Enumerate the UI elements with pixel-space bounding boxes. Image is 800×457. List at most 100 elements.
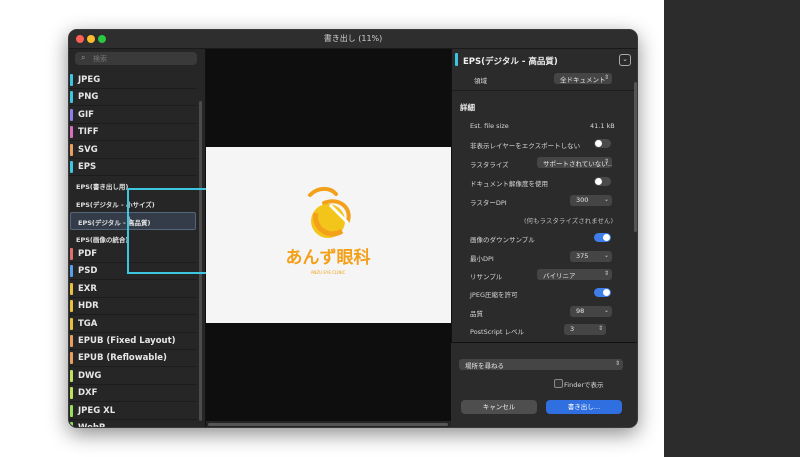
format-color-bar [70, 282, 73, 295]
format-color-bar [70, 335, 73, 347]
format-label: JPEG [78, 75, 101, 85]
format-label: GIF [78, 109, 94, 120]
format-label: EPUB (Reflowable) [78, 353, 167, 364]
raster-note: (何もラスタライズされません) [524, 217, 614, 225]
settings-scrollbar[interactable] [634, 82, 637, 232]
raster-dpi-combo[interactable]: 300 ⌄ [570, 195, 612, 206]
format-item-dxf[interactable]: DXF [69, 385, 197, 403]
export-dialog: 書き出し (11%) ⌕ JPEG PNG GIF TIFF SVG EPS EPS(書き出… [68, 29, 638, 428]
format-item-svg[interactable]: SVG [69, 142, 197, 159]
rasterize-label: ラスタライズ [470, 161, 509, 169]
format-color-bar [70, 108, 73, 121]
rasterize-select[interactable]: サポートされていない… ⇕ [537, 157, 612, 168]
jpeg-compression-label: JPEG圧縮を許可 [470, 291, 518, 299]
format-color-bar [70, 126, 73, 139]
format-label: HDR [78, 301, 99, 312]
resample-select[interactable]: バイリニア ⇕ [537, 269, 612, 280]
downsample-toggle[interactable] [594, 233, 611, 242]
format-color-bar [70, 265, 73, 278]
format-color-bar [70, 74, 73, 86]
format-color-bar [70, 404, 73, 417]
format-item-dwg[interactable]: DWG [69, 368, 197, 385]
preview-canvas: あんず眼科 ANZU EYE CLINIC [206, 147, 451, 323]
format-label: WebP [78, 423, 106, 428]
min-dpi-value: 375 [576, 252, 589, 260]
chevron-updown-icon: ⇕ [603, 158, 609, 165]
format-color-bar [70, 91, 73, 104]
divider [452, 90, 634, 91]
logo-image: あんず眼科 ANZU EYE CLINIC [286, 186, 371, 275]
search-field[interactable]: ⌕ [75, 52, 197, 65]
hidden-layers-label: 非表示レイヤーをエクスポートしない [470, 142, 581, 150]
search-icon: ⌕ [81, 53, 86, 62]
logo-text: あんず眼科 [286, 247, 371, 268]
format-item-hdr[interactable]: HDR [69, 298, 197, 316]
format-color-bar [70, 387, 73, 400]
jpeg-compression-toggle[interactable] [594, 288, 611, 297]
postscript-level-select[interactable]: 3 ⇕ [564, 324, 606, 335]
format-label: PNG [78, 92, 99, 103]
area-label: 領域 [474, 77, 487, 85]
location-value: 場所を尋ねる [465, 362, 504, 370]
raster-dpi-label: ラスターDPI [470, 199, 507, 207]
format-item-jpeg-xl[interactable]: JPEG XL [69, 403, 197, 420]
format-label: DWG [78, 370, 102, 381]
doc-resolution-label: ドキュメント解像度を使用 [470, 180, 548, 188]
area-select[interactable]: 全ドキュメント ⇕ [554, 73, 612, 84]
chevron-updown-icon: ⇕ [597, 325, 603, 332]
chevron-down-icon[interactable]: ⌄ [619, 54, 631, 66]
preview-scrollbar[interactable] [208, 423, 448, 426]
format-item-png[interactable]: PNG [69, 89, 197, 107]
background-panel [664, 0, 800, 457]
format-item-gif[interactable]: GIF [69, 107, 197, 124]
preview-area: あんず眼科 ANZU EYE CLINIC [206, 49, 451, 426]
search-input[interactable] [93, 52, 193, 65]
doc-resolution-toggle[interactable] [594, 177, 611, 186]
format-label: EPS [78, 162, 97, 172]
finder-checkbox[interactable] [554, 379, 563, 388]
format-item-epub-fixed-layout[interactable]: EPUB (Fixed Layout) [69, 333, 197, 350]
resample-value: バイリニア [543, 272, 576, 280]
format-color-bar [70, 300, 73, 313]
title-bar: 書き出し (11%) [69, 30, 637, 49]
format-item-epub-reflowable[interactable]: EPUB (Reflowable) [69, 350, 197, 368]
format-label: JPEG XL [78, 405, 116, 416]
hidden-layers-toggle[interactable] [594, 139, 611, 148]
chevron-updown-icon: ⇕ [603, 270, 609, 277]
raster-dpi-value: 300 [576, 196, 589, 204]
quality-combo[interactable]: 98 ⌄ [570, 306, 612, 317]
format-item-webp[interactable]: WebP [69, 420, 197, 428]
chevron-down-icon: ⌄ [603, 196, 609, 203]
location-select[interactable]: 場所を尋ねる ⇕ [459, 359, 623, 370]
min-dpi-label: 最小DPI [470, 255, 494, 263]
est-file-size-value: 41.1 kB [590, 122, 615, 130]
format-label: PDF [78, 249, 98, 259]
cancel-button[interactable]: キャンセル [461, 400, 537, 414]
format-label: EXR [78, 283, 97, 294]
format-item-jpeg[interactable]: JPEG [69, 72, 197, 89]
min-dpi-combo[interactable]: 375 ⌄ [570, 251, 612, 262]
logo-subtext: ANZU EYE CLINIC [311, 270, 346, 275]
window-title: 書き出し (11%) [323, 34, 383, 43]
format-color-bar [70, 248, 73, 260]
details-heading: 詳細 [460, 103, 475, 112]
format-color-bar [70, 143, 73, 156]
format-color-bar [70, 161, 73, 173]
format-item-tga[interactable]: TGA [69, 316, 197, 333]
chevron-updown-icon: ⇕ [603, 74, 609, 81]
est-file-size-label: Est. file size [470, 122, 509, 130]
format-item-exr[interactable]: EXR [69, 281, 197, 298]
format-item-tiff[interactable]: TIFF [69, 124, 197, 142]
format-label: DXF [78, 388, 98, 399]
format-item-eps[interactable]: EPS [69, 159, 197, 176]
area-value: 全ドキュメント [560, 76, 606, 84]
chevron-updown-icon: ⇕ [614, 360, 620, 367]
chevron-down-icon: ⌄ [603, 307, 609, 314]
export-button[interactable]: 書き出し… [546, 400, 622, 414]
resample-label: リサンプル [470, 273, 503, 281]
downsample-label: 画像のダウンサンプル [470, 236, 535, 244]
quality-label: 品質 [470, 310, 483, 318]
format-color-bar [70, 352, 73, 365]
format-label: PSD [78, 266, 98, 277]
preset-header: EPS(デジタル - 高品質) [463, 57, 558, 67]
